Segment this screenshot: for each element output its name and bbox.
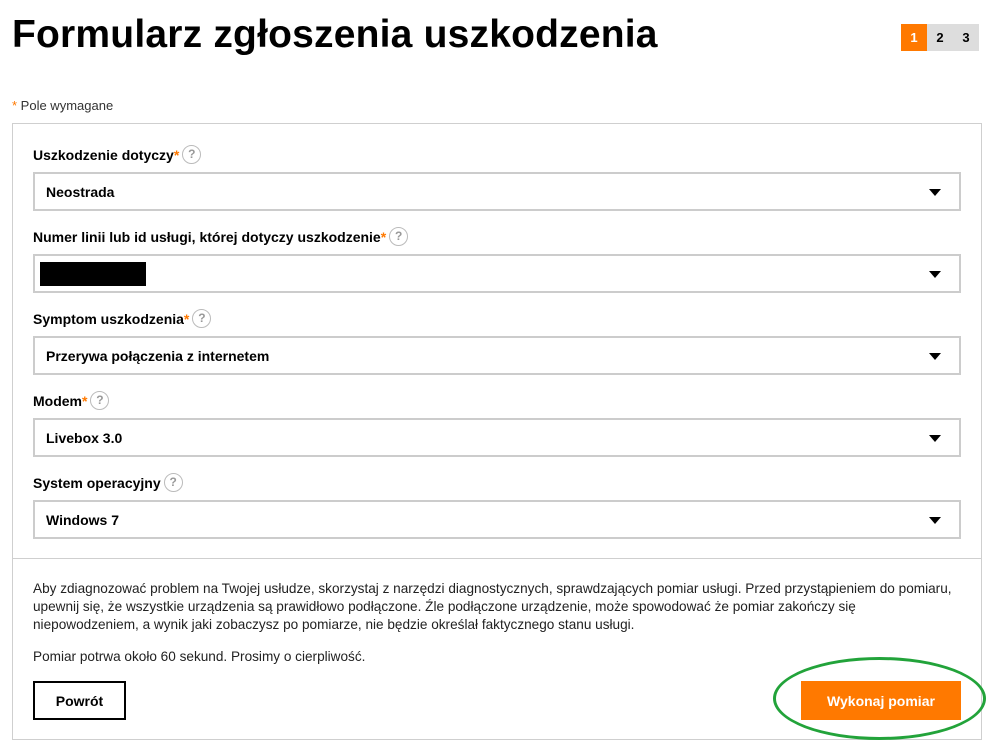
question-circle-icon[interactable]: ? [192, 309, 212, 328]
required-star: * [380, 228, 387, 245]
caret-down-icon [929, 517, 941, 524]
damage-type-select[interactable]: Neostrada [33, 172, 961, 211]
caret-down-icon [929, 435, 941, 442]
step-2: 2 [927, 24, 953, 51]
field-label-os: System operacyjny ? [33, 473, 183, 492]
field-label-text: Symptom uszkodzenia [33, 310, 184, 327]
page-title: Formularz zgłoszenia uszkodzenia [12, 13, 658, 56]
caret-down-icon [929, 189, 941, 196]
modem-select[interactable]: Livebox 3.0 [33, 418, 961, 457]
field-label-text: Modem [33, 392, 82, 409]
caret-down-icon [929, 353, 941, 360]
required-star: * [183, 310, 190, 327]
diagnostic-info-text: Aby zdiagnozować problem na Twojej usłud… [33, 581, 952, 632]
required-star: * [173, 146, 180, 163]
select-value: Przerywa połączenia z internetem [46, 347, 270, 364]
select-value: Neostrada [46, 183, 115, 200]
step-1: 1 [901, 24, 927, 51]
redacted-value [40, 261, 146, 286]
required-star: * [82, 392, 88, 409]
question-circle-icon[interactable]: ? [163, 473, 183, 492]
field-label-text: Numer linii lub id usługi, której dotycz… [33, 228, 381, 245]
field-label-modem: Modem * ? [33, 391, 110, 410]
required-note: * Pole wymagane [12, 98, 113, 113]
field-label-text: Uszkodzenie dotyczy [33, 146, 174, 163]
required-note-text: Pole wymagane [17, 98, 114, 113]
caret-down-icon [929, 271, 941, 278]
field-label-symptom: Symptom uszkodzenia * ? [33, 309, 212, 328]
question-circle-icon[interactable]: ? [182, 145, 202, 164]
field-label-damage-type: Uszkodzenie dotyczy * ? [33, 145, 202, 164]
line-number-select[interactable] [33, 254, 961, 293]
back-button[interactable]: Powrót [33, 681, 126, 720]
question-circle-icon[interactable]: ? [90, 391, 110, 410]
os-select[interactable]: Windows 7 [33, 500, 961, 539]
run-measurement-button[interactable]: Wykonaj pomiar [801, 681, 961, 720]
symptom-select[interactable]: Przerywa połączenia z internetem [33, 336, 961, 375]
field-label-text: System operacyjny [33, 474, 161, 491]
field-label-line-number: Numer linii lub id usługi, której dotycz… [33, 227, 409, 246]
panel-divider [12, 558, 982, 559]
select-value: Livebox 3.0 [46, 429, 123, 446]
step-indicator: 1 2 3 [901, 24, 979, 51]
select-value: Windows 7 [46, 511, 119, 528]
step-3: 3 [953, 24, 979, 51]
question-circle-icon[interactable]: ? [389, 227, 409, 246]
wait-info-text: Pomiar potrwa około 60 sekund. Prosimy o… [33, 649, 366, 664]
